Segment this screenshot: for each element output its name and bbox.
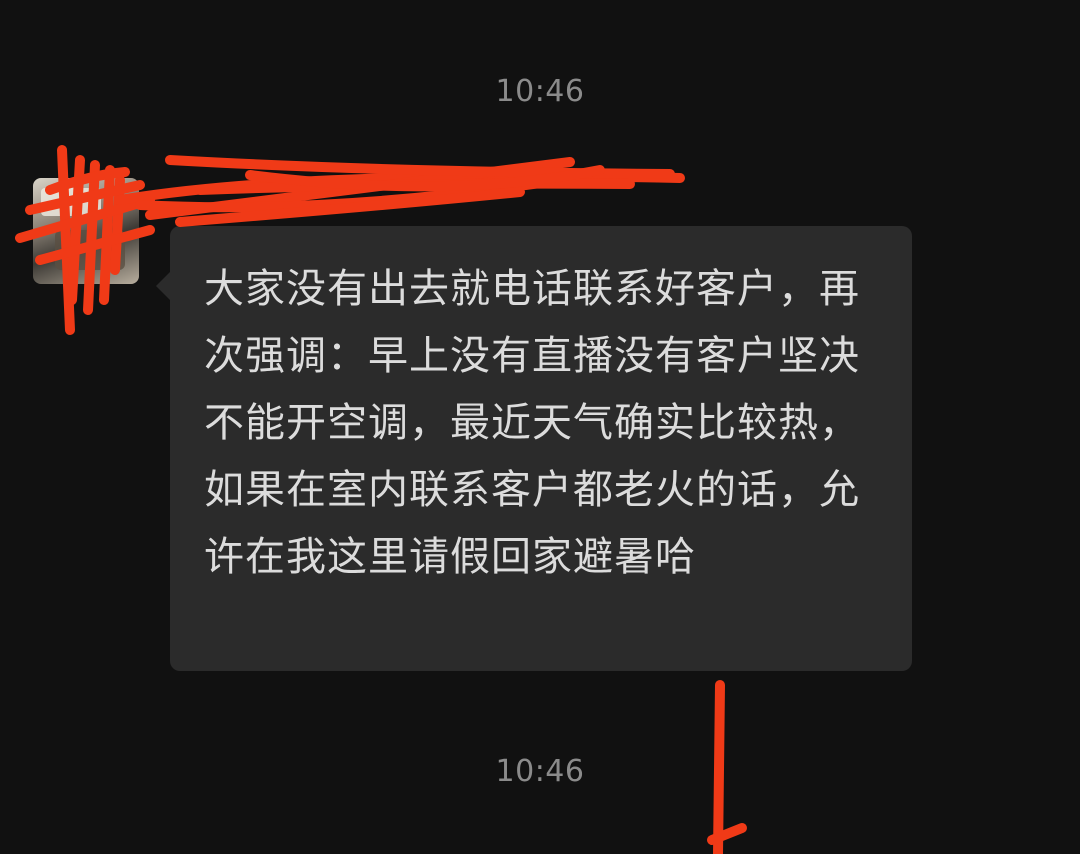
message-bubble[interactable]: 大家没有出去就电话联系好客户，再次强调：早上没有直播没有客户坚决不能开空调，最近… bbox=[156, 226, 912, 671]
message-text: 大家没有出去就电话联系好客户，再次强调：早上没有直播没有客户坚决不能开空调，最近… bbox=[204, 266, 860, 580]
avatar-detail bbox=[55, 230, 125, 270]
message-timestamp: 10:46 bbox=[495, 74, 585, 109]
avatar-detail bbox=[41, 188, 101, 216]
message-timestamp: 10:46 bbox=[495, 754, 585, 789]
avatar[interactable] bbox=[33, 178, 139, 284]
